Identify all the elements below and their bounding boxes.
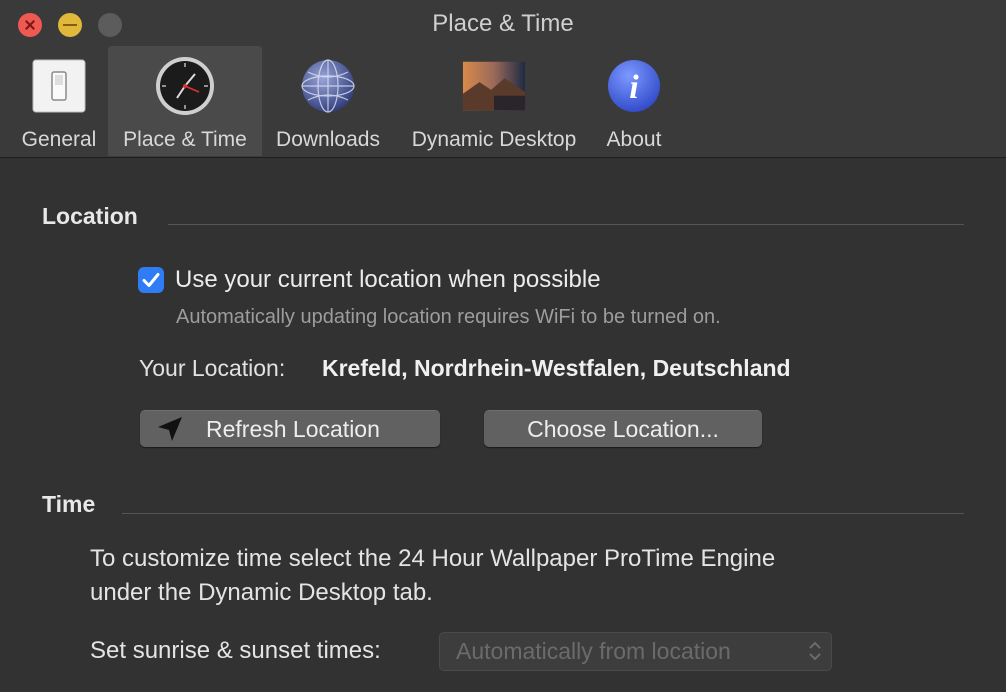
- tab-downloads[interactable]: Downloads: [268, 46, 388, 156]
- sunrise-sunset-label: Set sunrise & sunset times:: [90, 637, 381, 664]
- sunrise-sunset-value: Automatically from location: [456, 638, 731, 664]
- desktop-wallpaper-icon: [462, 54, 526, 118]
- location-hint: Automatically updating location requires…: [176, 306, 721, 328]
- tab-about-label: About: [606, 128, 662, 151]
- svg-text:i: i: [629, 69, 639, 106]
- tab-general-label: General: [21, 128, 97, 151]
- location-arrow-icon: [154, 413, 186, 445]
- tab-place-time-label: Place & Time: [123, 128, 247, 151]
- your-location-value: Krefeld, Nordrhein-Westfalen, Deutschlan…: [322, 355, 791, 381]
- clock-icon: [153, 54, 217, 118]
- time-description-line1: To customize time select the 24 Hour Wal…: [90, 545, 776, 572]
- choose-location-button[interactable]: Choose Location...: [484, 410, 762, 447]
- time-description-line2: under the Dynamic Desktop tab.: [90, 579, 433, 606]
- tab-general[interactable]: General: [10, 46, 108, 156]
- tab-dynamic-desktop-label: Dynamic Desktop: [411, 128, 577, 151]
- refresh-location-label: Refresh Location: [206, 415, 380, 442]
- time-divider: [122, 513, 964, 514]
- use-current-location-label[interactable]: Use your current location when possible: [175, 266, 601, 294]
- switch-icon: [27, 54, 91, 118]
- choose-location-label: Choose Location...: [527, 415, 719, 442]
- refresh-location-button[interactable]: Refresh Location: [140, 410, 440, 447]
- checkmark-icon: [142, 273, 160, 287]
- globe-icon: [296, 54, 360, 118]
- tab-about[interactable]: i About: [596, 46, 672, 156]
- use-current-location-checkbox[interactable]: [138, 267, 164, 293]
- location-section-title: Location: [42, 203, 138, 229]
- tab-downloads-label: Downloads: [276, 128, 380, 151]
- window-toolbar: Place & Time General Place & Time Downlo…: [0, 0, 1006, 158]
- info-icon: i: [602, 54, 666, 118]
- tab-dynamic-desktop[interactable]: Dynamic Desktop: [398, 46, 590, 156]
- window-title: Place & Time: [432, 10, 574, 37]
- time-section-title: Time: [42, 491, 96, 517]
- location-divider: [168, 224, 964, 225]
- your-location-label: Your Location:: [139, 355, 286, 381]
- sunrise-sunset-select[interactable]: Automatically from location: [439, 632, 832, 671]
- chevron-updown-icon: [807, 639, 823, 669]
- tab-place-time[interactable]: Place & Time: [108, 46, 262, 156]
